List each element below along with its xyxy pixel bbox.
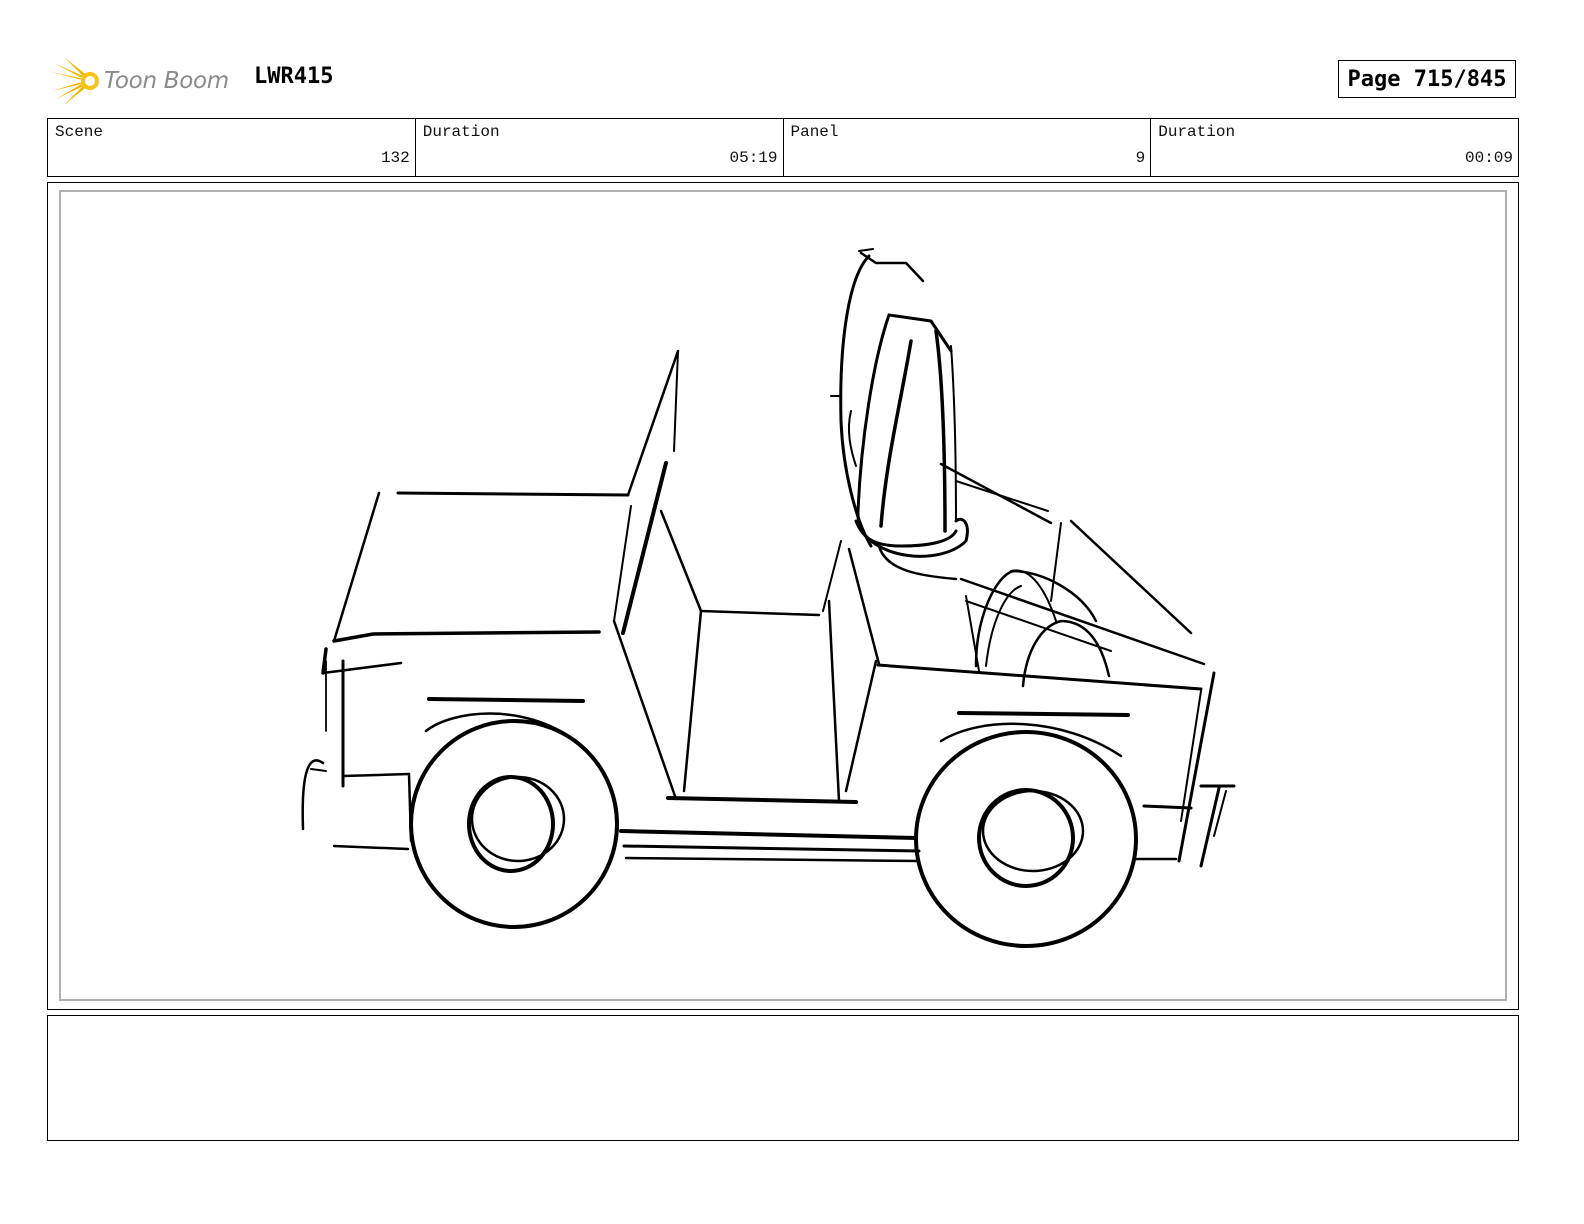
storyboard-panel [47, 182, 1519, 1010]
panel-duration-label: Duration [1158, 123, 1236, 141]
panel-info-bar: Scene 132 Duration 05:19 Panel 9 Duratio… [47, 118, 1519, 177]
scene-number: 132 [380, 149, 410, 167]
panel-label: Panel [790, 123, 839, 141]
scene-cell: Scene 132 [48, 119, 416, 176]
panel-notes [47, 1015, 1519, 1141]
project-title: LWR415 [254, 64, 334, 89]
panel-number: 9 [1135, 149, 1146, 167]
brand-name: Toon Boom [104, 68, 229, 94]
jeep-sketch [301, 248, 1236, 948]
page-counter: Page 715/845 [1338, 60, 1516, 98]
panel-cell: Panel 9 [784, 119, 1152, 176]
panel-duration-value: 00:09 [1464, 149, 1513, 167]
panel-duration-cell: Duration 00:09 [1151, 119, 1518, 176]
scene-label: Scene [55, 123, 104, 141]
scene-duration-cell: Duration 05:19 [416, 119, 784, 176]
scene-duration-value: 05:19 [729, 149, 778, 167]
scene-duration-label: Duration [422, 123, 500, 141]
panel-canvas [59, 190, 1507, 1001]
sun-burst-icon [52, 57, 99, 105]
toon-boom-logo: Toon Boom [50, 54, 240, 108]
